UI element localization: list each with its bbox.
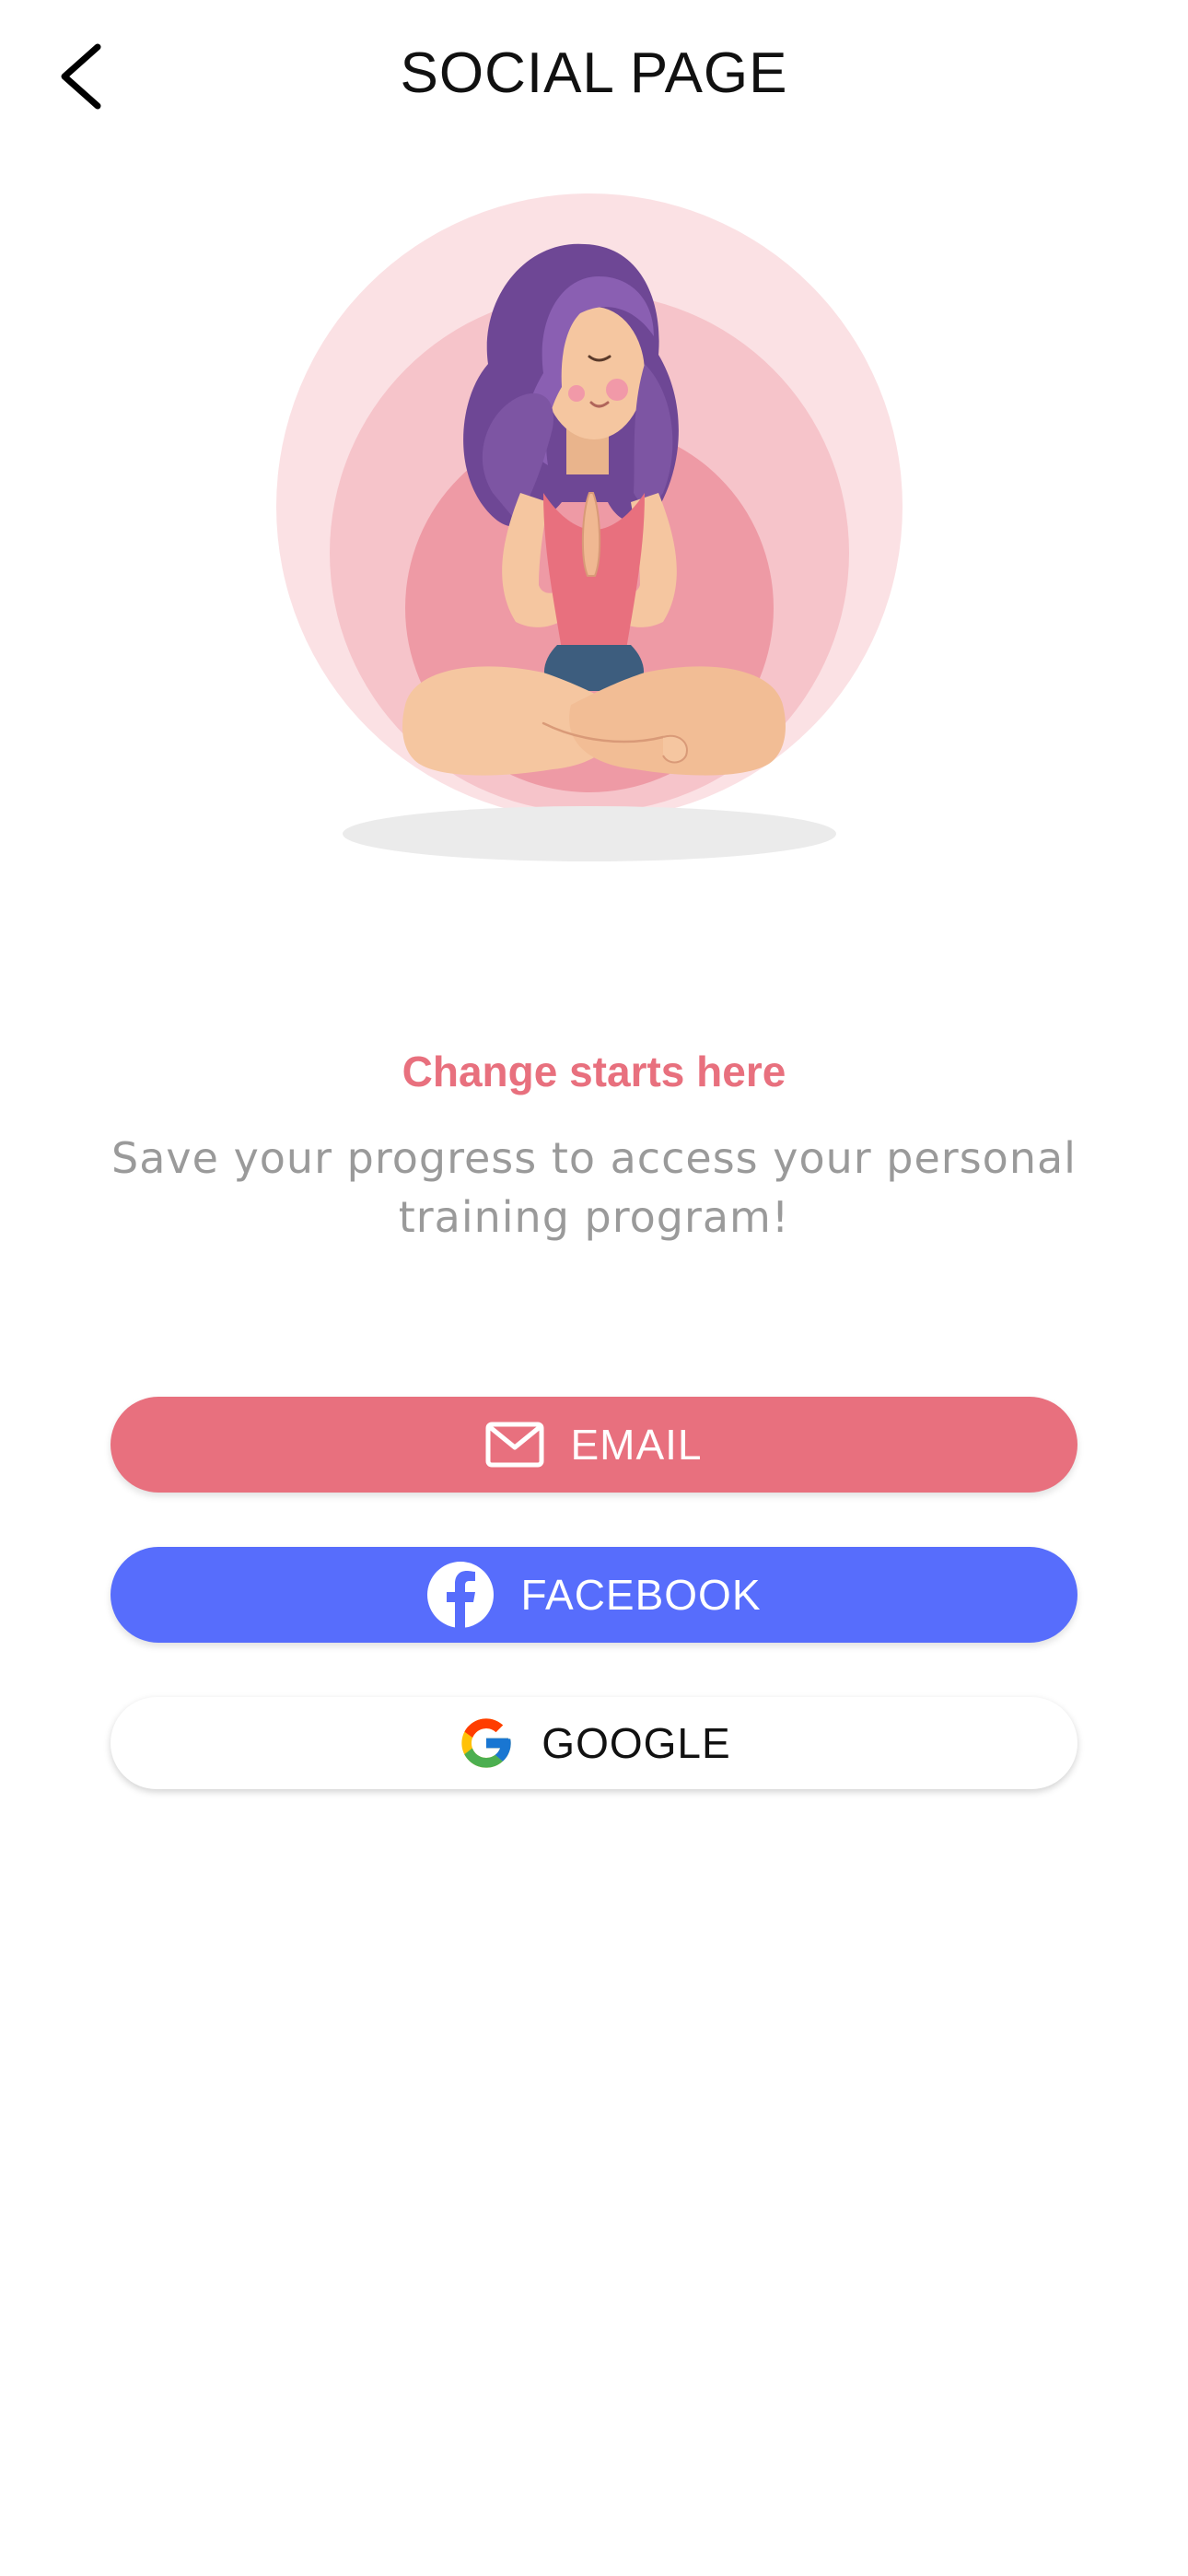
envelope-icon bbox=[485, 1422, 544, 1468]
subtext: Save your progress to access your person… bbox=[111, 1133, 1077, 1242]
email-button[interactable]: EMAIL bbox=[111, 1397, 1077, 1493]
headline: Change starts here bbox=[402, 1048, 786, 1095]
facebook-icon bbox=[426, 1561, 495, 1629]
top-bar: SOCIAL PAGE bbox=[0, 0, 1188, 157]
facebook-button-label: FACEBOOK bbox=[520, 1571, 762, 1619]
google-button-label: GOOGLE bbox=[542, 1719, 731, 1767]
facebook-button[interactable]: FACEBOOK bbox=[111, 1547, 1077, 1643]
meditation-illustration bbox=[267, 189, 921, 871]
page-title: SOCIAL PAGE bbox=[400, 41, 788, 105]
google-button[interactable]: GOOGLE bbox=[111, 1697, 1077, 1789]
google-icon bbox=[457, 1714, 516, 1773]
email-button-label: EMAIL bbox=[570, 1421, 703, 1469]
